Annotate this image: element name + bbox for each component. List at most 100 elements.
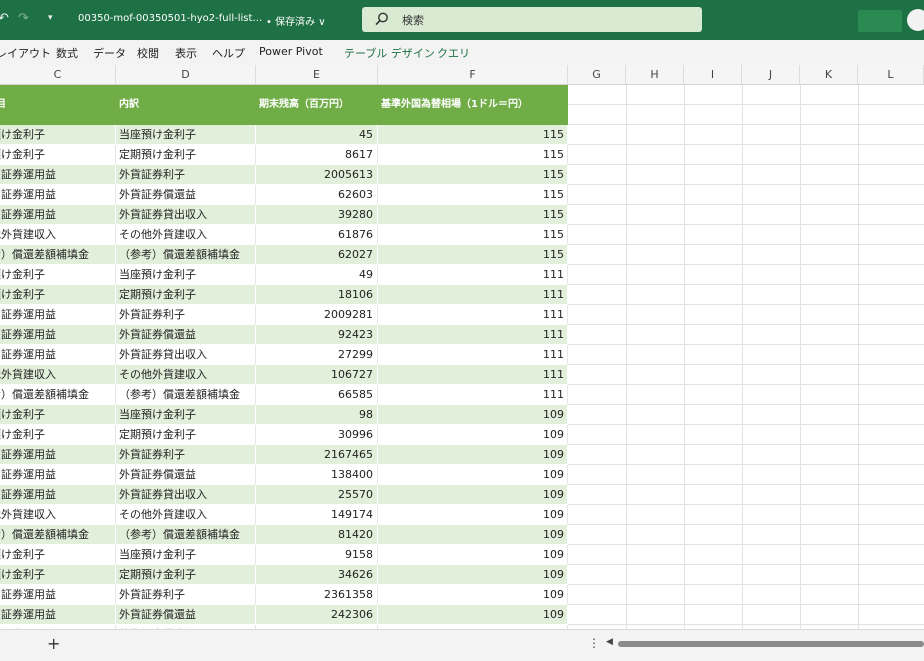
cell-balance[interactable]: 49 — [256, 265, 378, 285]
cell-category[interactable]: 他外貨建収入 — [0, 225, 116, 245]
cell-category[interactable]: 考）償還差額補填金 — [0, 385, 116, 405]
tab-formulas[interactable]: 数式 — [56, 45, 78, 61]
cell-exchange-rate[interactable]: 115 — [378, 225, 568, 245]
cell-balance[interactable]: 27299 — [256, 345, 378, 365]
cell-exchange-rate[interactable]: 111 — [378, 285, 568, 305]
cell-category[interactable]: 預け金利子 — [0, 565, 116, 585]
table-header-c[interactable]: 目 — [0, 85, 6, 125]
save-status[interactable]: • 保存済み ∨ — [266, 13, 326, 28]
cell-category[interactable]: 考）償還差額補填金 — [0, 245, 116, 265]
cell-balance[interactable]: 45 — [256, 125, 378, 145]
avatar[interactable] — [907, 9, 924, 31]
cell-exchange-rate[interactable]: 115 — [378, 185, 568, 205]
cell-exchange-rate[interactable]: 115 — [378, 245, 568, 265]
cell-balance[interactable]: 8617 — [256, 145, 378, 165]
cell-category[interactable]: 他外貨建収入 — [0, 365, 116, 385]
cell-exchange-rate[interactable]: 115 — [378, 145, 568, 165]
cell-breakdown[interactable]: 当座預け金利子 — [116, 125, 256, 145]
tab-view[interactable]: 表示 — [175, 45, 197, 61]
cell-category[interactable]: 資証券運用益 — [0, 605, 116, 625]
cell-breakdown[interactable]: その他外貨建収入 — [116, 225, 256, 245]
cell-category[interactable]: 資証券運用益 — [0, 205, 116, 225]
column-header-e[interactable]: E — [256, 65, 378, 84]
document-name[interactable]: 00350-mof-00350501-hyo2-full-list… — [78, 13, 262, 24]
column-header-k[interactable]: K — [800, 65, 858, 84]
tab-help[interactable]: ヘルプ — [212, 45, 245, 61]
cell-balance[interactable]: 9158 — [256, 545, 378, 565]
cell-breakdown[interactable]: 外貨証券利子 — [116, 305, 256, 325]
cell-balance[interactable]: 25570 — [256, 485, 378, 505]
cell-exchange-rate[interactable]: 115 — [378, 165, 568, 185]
cell-category[interactable]: 預け金利子 — [0, 285, 116, 305]
cell-exchange-rate[interactable]: 111 — [378, 265, 568, 285]
cell-balance[interactable]: 61876 — [256, 225, 378, 245]
cell-breakdown[interactable]: （参考）償還差額補填金 — [116, 525, 256, 545]
spreadsheet-grid[interactable]: 目 内訳 期末残高（百万円） 基準外国為替相場（1ドル＝円） 預け金利子当座預け… — [0, 85, 924, 629]
cell-balance[interactable]: 39280 — [256, 205, 378, 225]
cell-exchange-rate[interactable]: 109 — [378, 545, 568, 565]
more-options-icon[interactable]: ⋮ — [588, 636, 600, 650]
cell-breakdown[interactable]: その他外貨建収入 — [116, 505, 256, 525]
cell-balance[interactable]: 34626 — [256, 565, 378, 585]
tab-page-layout[interactable]: レイアウト — [0, 45, 51, 61]
tab-review[interactable]: 校閲 — [137, 45, 159, 61]
cell-breakdown[interactable]: 外貨証券償還益 — [116, 605, 256, 625]
cell-breakdown[interactable]: 外貨証券貸出収入 — [116, 205, 256, 225]
cell-breakdown[interactable]: 外貨証券利子 — [116, 445, 256, 465]
cell-balance[interactable]: 2167465 — [256, 445, 378, 465]
cell-exchange-rate[interactable]: 111 — [378, 365, 568, 385]
cell-exchange-rate[interactable]: 109 — [378, 605, 568, 625]
quick-access-dropdown-icon[interactable]: ▾ — [48, 13, 53, 23]
column-header-c[interactable]: C — [0, 65, 116, 84]
table-header-d[interactable]: 内訳 — [119, 85, 139, 125]
cell-balance[interactable]: 92423 — [256, 325, 378, 345]
column-header-i[interactable]: I — [684, 65, 742, 84]
cell-exchange-rate[interactable]: 115 — [378, 125, 568, 145]
cell-exchange-rate[interactable]: 109 — [378, 445, 568, 465]
column-header-f[interactable]: F — [378, 65, 568, 84]
cell-category[interactable]: 資証券運用益 — [0, 325, 116, 345]
column-header-d[interactable]: D — [116, 65, 256, 84]
cell-exchange-rate[interactable]: 111 — [378, 305, 568, 325]
cell-breakdown[interactable]: 外貨証券償還益 — [116, 185, 256, 205]
cell-category[interactable]: 預け金利子 — [0, 265, 116, 285]
cell-balance[interactable]: 242306 — [256, 605, 378, 625]
cell-exchange-rate[interactable]: 109 — [378, 465, 568, 485]
cell-exchange-rate[interactable]: 111 — [378, 385, 568, 405]
cell-balance[interactable]: 138400 — [256, 465, 378, 485]
cell-category[interactable]: 預け金利子 — [0, 145, 116, 165]
cell-breakdown[interactable]: 外貨証券償還益 — [116, 465, 256, 485]
cell-balance[interactable]: 62027 — [256, 245, 378, 265]
tab-query[interactable]: クエリ — [437, 45, 470, 61]
cell-category[interactable]: 資証券運用益 — [0, 485, 116, 505]
tab-table-design[interactable]: テーブル デザイン — [344, 45, 435, 61]
cell-balance[interactable]: 149174 — [256, 505, 378, 525]
cell-category[interactable]: 資証券運用益 — [0, 585, 116, 605]
cell-balance[interactable]: 2009281 — [256, 305, 378, 325]
cell-exchange-rate[interactable]: 109 — [378, 485, 568, 505]
cell-balance[interactable]: 106727 — [256, 365, 378, 385]
cell-breakdown[interactable]: 定期預け金利子 — [116, 285, 256, 305]
cell-exchange-rate[interactable]: 115 — [378, 205, 568, 225]
cell-balance[interactable]: 2361358 — [256, 585, 378, 605]
cell-balance[interactable]: 81420 — [256, 525, 378, 545]
cell-balance[interactable]: 18106 — [256, 285, 378, 305]
cell-exchange-rate[interactable]: 109 — [378, 565, 568, 585]
cell-breakdown[interactable]: （参考）償還差額補填金 — [116, 245, 256, 265]
horizontal-scrollbar[interactable] — [618, 641, 924, 647]
tab-power-pivot[interactable]: Power Pivot — [259, 45, 323, 58]
cell-breakdown[interactable]: 定期預け金利子 — [116, 565, 256, 585]
cell-breakdown[interactable]: 外貨証券貸出収入 — [116, 345, 256, 365]
cell-breakdown[interactable]: 当座預け金利子 — [116, 265, 256, 285]
cell-balance[interactable]: 30996 — [256, 425, 378, 445]
table-header-e[interactable]: 期末残高（百万円） — [259, 85, 349, 125]
cell-category[interactable]: 預け金利子 — [0, 425, 116, 445]
cell-exchange-rate[interactable]: 109 — [378, 505, 568, 525]
column-header-l[interactable]: L — [858, 65, 924, 84]
cell-category[interactable]: 預け金利子 — [0, 125, 116, 145]
cell-breakdown[interactable]: その他外貨建収入 — [116, 365, 256, 385]
add-sheet-button[interactable]: + — [47, 634, 60, 653]
cell-category[interactable]: 預け金利子 — [0, 545, 116, 565]
cell-breakdown[interactable]: 外貨証券利子 — [116, 585, 256, 605]
table-header-f[interactable]: 基準外国為替相場（1ドル＝円） — [381, 85, 528, 125]
